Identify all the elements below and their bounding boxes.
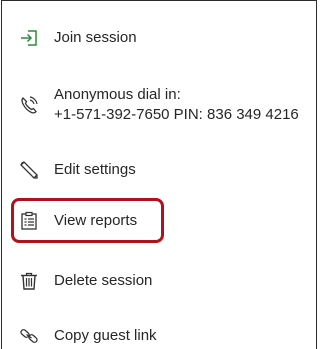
join-session-item[interactable]: Join session	[2, 25, 316, 51]
report-icon	[18, 210, 40, 232]
copy-guest-link-item[interactable]: Copy guest link	[2, 323, 316, 349]
join-session-label: Join session	[54, 29, 137, 46]
session-menu: Join session Anonymous dial in: +1-571-3…	[1, 0, 317, 349]
edit-settings-label: Edit settings	[54, 161, 136, 178]
dial-in-label: Anonymous dial in: +1-571-392-7650 PIN: …	[54, 85, 299, 125]
dial-in-number: +1-571-392-7650 PIN: 836 349 4216	[54, 106, 299, 123]
view-reports-item[interactable]: View reports	[2, 208, 316, 234]
enter-icon	[18, 27, 40, 49]
edit-settings-item[interactable]: Edit settings	[2, 157, 316, 183]
pencil-icon	[18, 159, 40, 181]
delete-session-label: Delete session	[54, 272, 153, 289]
dial-in-title: Anonymous dial in:	[54, 86, 181, 103]
copy-guest-link-label: Copy guest link	[54, 327, 157, 344]
view-reports-label: View reports	[54, 212, 138, 229]
phone-icon	[18, 94, 40, 116]
delete-session-item[interactable]: Delete session	[2, 268, 316, 294]
dial-in-item: Anonymous dial in: +1-571-392-7650 PIN: …	[2, 83, 316, 127]
link-icon	[18, 325, 40, 347]
trash-icon	[18, 270, 40, 292]
